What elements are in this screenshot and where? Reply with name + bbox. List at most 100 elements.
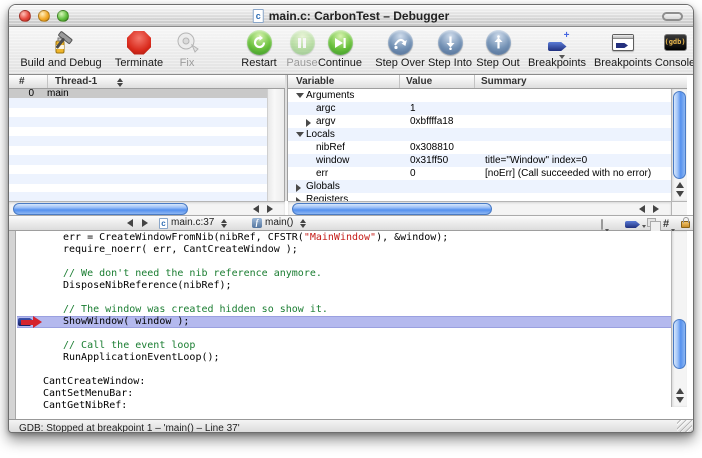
scroll-up-arrow[interactable]: [676, 388, 684, 394]
duplicate-button[interactable]: [647, 218, 656, 227]
disclosure-triangle-icon[interactable]: [296, 93, 304, 98]
thread-list-hscrollbar[interactable]: [9, 201, 285, 215]
variable-name: argv: [316, 115, 335, 128]
code-text: // The window was created hidden so show…: [63, 304, 328, 316]
code-text: CantSetMenuBar:: [43, 388, 133, 400]
code-line[interactable]: // Call the event loop: [17, 340, 671, 352]
variables-hscrollbar[interactable]: [288, 201, 671, 215]
variable-row-locals[interactable]: Locals: [288, 128, 671, 141]
program-counter-arrow-icon: [33, 316, 42, 328]
code-line[interactable]: require_noerr( err, CantCreateWindow );: [17, 244, 671, 256]
tape-icon: [174, 29, 201, 56]
column-header-number[interactable]: #: [19, 75, 25, 88]
variable-row-window[interactable]: window0x31ff50title="Window" index=0: [288, 154, 671, 167]
variable-row-err[interactable]: err0[noErr] (Call succeeded with no erro…: [288, 167, 671, 180]
function-popup[interactable]: f main(): [252, 216, 306, 230]
variables-vscrollbar[interactable]: [671, 89, 687, 201]
scroll-up-arrow[interactable]: [676, 182, 684, 188]
code-text: CantCreateWindow:: [43, 376, 145, 388]
lock-button[interactable]: [681, 217, 691, 230]
thread-list-header: # Thread-1: [9, 75, 285, 89]
file-popup-label: main.c:37: [171, 216, 214, 230]
code-line[interactable]: CantSetMenuBar:: [17, 388, 671, 400]
code-text: err = CreateWindowFromNib(nibRef, CFSTR(…: [63, 232, 448, 244]
variable-row-nibref[interactable]: nibRef0x308810: [288, 141, 671, 154]
code-line[interactable]: CantGetNibRef:: [17, 400, 671, 412]
breakpoints-menu-button[interactable]: [625, 221, 640, 228]
scrollbar-thumb[interactable]: [673, 319, 686, 369]
thread-list-pane: # Thread-1 0 main: [9, 75, 285, 215]
source-editor[interactable]: err = CreateWindowFromNib(nibRef, CFSTR(…: [9, 231, 693, 419]
code-line[interactable]: [17, 328, 671, 340]
variable-summary: title="Window" index=0: [485, 154, 587, 167]
popup-stepper-icon: [300, 219, 306, 228]
column-header-value[interactable]: Value: [406, 75, 432, 88]
zoom-button[interactable]: [57, 10, 69, 22]
scrollbar-thumb[interactable]: [292, 203, 492, 215]
scroll-right-arrow[interactable]: [267, 205, 273, 213]
current-code-line[interactable]: ShowWindow( window );: [17, 316, 671, 328]
scroll-down-arrow[interactable]: [676, 191, 684, 197]
column-divider[interactable]: [399, 75, 400, 88]
column-header-summary[interactable]: Summary: [481, 75, 527, 88]
variable-row-argv[interactable]: argv 0xbffffa18: [288, 115, 671, 128]
code-line[interactable]: RunApplicationEventLoop();: [17, 352, 671, 364]
variable-row-globals[interactable]: Globals: [288, 180, 671, 193]
copy-icon: [647, 218, 656, 227]
variable-value: 1: [410, 102, 416, 115]
hammer-icon: [48, 29, 75, 56]
scroll-down-arrow[interactable]: [676, 397, 684, 403]
code-line[interactable]: [17, 364, 671, 376]
toolbar-toggle-button[interactable]: [662, 12, 683, 21]
variable-summary: [noErr] (Call succeeded with no error): [485, 167, 651, 180]
continue-icon: [327, 29, 354, 56]
column-divider[interactable]: [47, 75, 48, 88]
resize-grip[interactable]: [677, 420, 692, 433]
variable-name: argc: [316, 102, 335, 115]
program-counter-breakpoint-marker[interactable]: [17, 316, 47, 328]
variable-row-registers[interactable]: Registers: [288, 193, 671, 201]
code-line[interactable]: CantCreateWindow:: [17, 376, 671, 388]
forward-button[interactable]: [142, 219, 148, 227]
scroll-right-arrow[interactable]: [653, 205, 659, 213]
scroll-left-arrow[interactable]: [253, 205, 259, 213]
scrollbar-thumb[interactable]: [13, 203, 188, 215]
file-popup[interactable]: c main.c:37: [159, 216, 227, 230]
close-button[interactable]: [19, 10, 31, 22]
editor-vscrollbar[interactable]: [671, 231, 687, 407]
code-line[interactable]: // The window was created hidden so show…: [17, 304, 671, 316]
desktop: c main.c: CarbonTest – Debugger Build an…: [0, 0, 702, 458]
line-number-button[interactable]: #: [663, 218, 669, 232]
variable-value: 0xbffffa18: [410, 115, 453, 128]
breakpoint-add-icon: +: [544, 29, 571, 56]
variable-value: 0x31ff50: [410, 154, 448, 167]
dropdown-arrow-icon: [559, 55, 565, 59]
code-line[interactable]: DisposeNibReference(nibRef);: [17, 280, 671, 292]
variables-header: Variable Value Summary: [288, 75, 687, 89]
window-title: main.c: CarbonTest – Debugger: [269, 9, 449, 23]
code-line[interactable]: err = CreateWindowFromNib(nibRef, CFSTR(…: [17, 232, 671, 244]
scroll-left-arrow[interactable]: [639, 205, 645, 213]
disclosure-triangle-icon[interactable]: [296, 184, 301, 192]
variable-row-argc[interactable]: argc 1: [288, 102, 671, 115]
code-line[interactable]: [17, 256, 671, 268]
column-header-variable[interactable]: Variable: [296, 75, 334, 88]
code-line[interactable]: [17, 292, 671, 304]
scrollbar-thumb[interactable]: [673, 91, 686, 179]
history-buttons: [127, 216, 148, 230]
title-bar[interactable]: c main.c: CarbonTest – Debugger: [9, 5, 693, 27]
counterpart-button[interactable]: [601, 218, 603, 232]
variable-row-arguments[interactable]: Arguments: [288, 89, 671, 102]
toolbar-button-console[interactable]: (gdb)Console: [627, 29, 694, 73]
code-line[interactable]: // We don't need the nib reference anymo…: [17, 268, 671, 280]
thread-list-vscrollbar[interactable]: [267, 89, 284, 201]
back-button[interactable]: [127, 219, 133, 227]
minimize-button[interactable]: [38, 10, 50, 22]
column-header-thread[interactable]: Thread-1: [55, 75, 97, 88]
disclosure-triangle-icon[interactable]: [296, 132, 304, 137]
code-text: // We don't need the nib reference anymo…: [63, 268, 322, 280]
disclosure-triangle-icon[interactable]: [306, 119, 311, 127]
editor-gutter[interactable]: [9, 231, 16, 419]
step-out-icon: [485, 29, 512, 56]
column-divider[interactable]: [474, 75, 475, 88]
